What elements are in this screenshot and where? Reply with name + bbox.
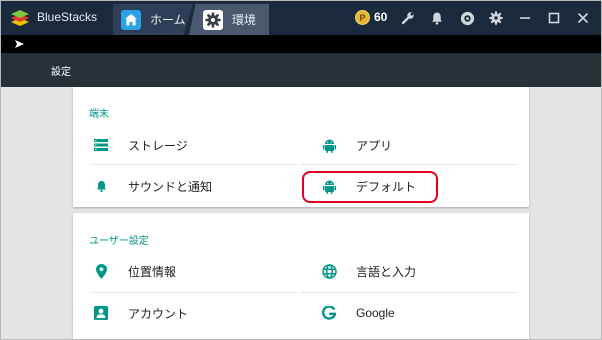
storage-icon: [93, 137, 109, 153]
settings-item-storage[interactable]: ストレージ: [73, 125, 301, 165]
title-bar: BlueStacks ホーム 環境 P 60: [1, 1, 601, 35]
gear-icon: [203, 9, 223, 30]
maximize-icon[interactable]: [545, 9, 563, 27]
coin-icon: P: [355, 10, 370, 25]
bluestacks-logo-icon: [11, 10, 29, 26]
highlight-annotation: [302, 171, 438, 203]
wrench-icon[interactable]: [399, 9, 417, 27]
account-box-icon: [93, 305, 109, 321]
minimize-icon[interactable]: [516, 9, 534, 27]
settings-item-sound[interactable]: サウンドと通知: [73, 166, 301, 206]
settings-item-location[interactable]: 位置情報: [73, 251, 301, 291]
tab-home[interactable]: ホーム: [113, 4, 193, 35]
close-icon[interactable]: [574, 9, 592, 27]
settings-item-account[interactable]: アカウント: [73, 293, 301, 333]
bell-icon[interactable]: [428, 9, 446, 27]
settings-item-label: アプリ: [356, 138, 393, 153]
settings-header: 設定: [1, 53, 601, 87]
android-toolbar: [1, 35, 601, 53]
settings-item-language[interactable]: 言語と入力: [301, 251, 529, 291]
location-icon: [93, 263, 109, 279]
google-icon: [321, 305, 337, 321]
device-settings-card: 端末 ストレージ アプリ サウンドと通知 デフォルト: [73, 87, 529, 207]
settings-item-label: ストレージ: [128, 138, 188, 153]
app-title: BlueStacks: [37, 10, 98, 24]
divider: [93, 164, 297, 165]
section-title-device: 端末: [89, 109, 109, 120]
settings-item-label: 言語と入力: [356, 264, 417, 279]
gear-icon[interactable]: [487, 9, 505, 27]
divider: [301, 164, 517, 165]
coin-count[interactable]: 60: [374, 10, 387, 24]
settings-item-apps[interactable]: アプリ: [301, 125, 529, 165]
settings-item-label: 位置情報: [128, 264, 177, 279]
settings-item-label: サウンドと通知: [128, 179, 213, 194]
android-icon: [321, 137, 337, 153]
tab-home-label: ホーム: [150, 13, 186, 27]
settings-title: 設定: [51, 67, 71, 78]
play-logo-icon: [15, 40, 24, 48]
section-title-user: ユーザー設定: [89, 236, 149, 247]
bell-icon: [93, 178, 109, 194]
settings-item-label: Google: [356, 306, 395, 320]
user-settings-card: ユーザー設定 位置情報 言語と入力 アカウント Google: [73, 213, 529, 339]
settings-item-google[interactable]: Google: [301, 293, 529, 333]
tab-settings-label: 環境: [232, 13, 257, 27]
bluestacks-window: BlueStacks ホーム 環境 P 60 設定 端末 ストレージ アプリ サ…: [0, 0, 602, 340]
globe-icon: [321, 263, 337, 279]
tab-settings[interactable]: 環境: [189, 4, 269, 35]
home-icon: [121, 9, 141, 30]
account-icon[interactable]: [458, 9, 476, 27]
settings-item-label: アカウント: [128, 306, 189, 321]
